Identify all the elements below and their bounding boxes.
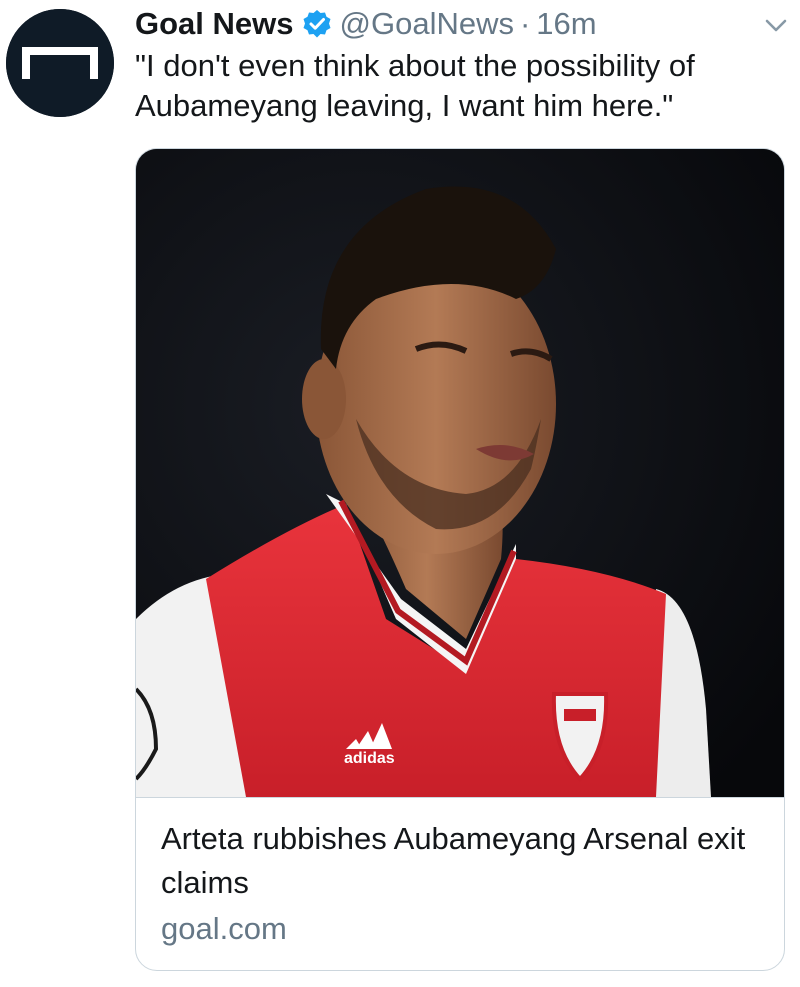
chevron-down-icon[interactable] [762, 12, 790, 40]
verified-badge-icon [302, 9, 332, 39]
display-name[interactable]: Goal News [135, 6, 294, 42]
card-divider [136, 797, 784, 798]
svg-text:adidas: adidas [344, 750, 395, 767]
player-photo: adidas [136, 149, 784, 797]
author-row: Goal News @GoalNews · 16m [135, 4, 597, 44]
separator-dot: · [519, 6, 531, 41]
card-image[interactable]: adidas [136, 149, 784, 797]
avatar[interactable] [6, 9, 114, 117]
link-card[interactable]: adidas Arteta rubbishes Aubameyang Arsen… [135, 148, 785, 971]
card-domain[interactable]: goal.com [161, 911, 287, 947]
card-title[interactable]: Arteta rubbishes Aubameyang Arsenal exit… [161, 817, 761, 905]
tweet-text: "I don't even think about the possibilit… [135, 48, 695, 123]
timestamp[interactable]: 16m [536, 6, 596, 42]
tweet[interactable]: Goal News @GoalNews · 16m "I don't even … [0, 0, 800, 987]
handle[interactable]: @GoalNews [340, 6, 514, 42]
goal-frame-icon [6, 9, 114, 117]
